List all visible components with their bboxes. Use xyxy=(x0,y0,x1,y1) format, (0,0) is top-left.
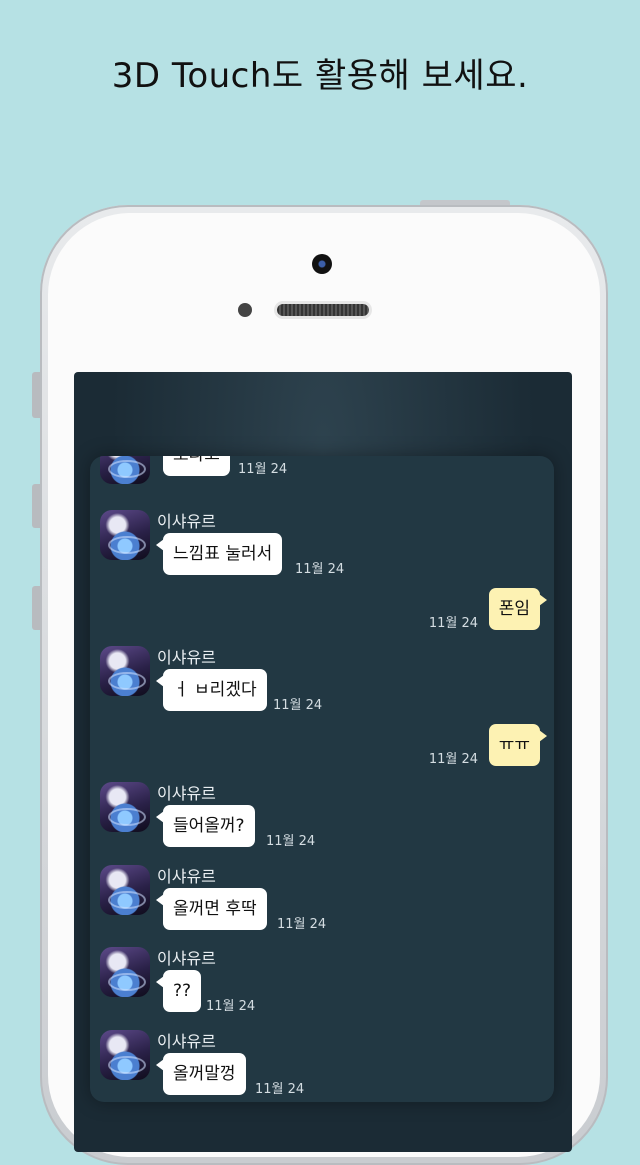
headline-title: 3D Touch도 활용해 보세요. xyxy=(111,56,529,96)
message-row[interactable]: 이샤유르 ㅓ ㅂ리겠다 11월 24 xyxy=(90,642,554,716)
sender-name: 이샤유르 xyxy=(157,867,216,886)
avatar[interactable] xyxy=(100,782,150,832)
sender-name: 이샤유르 xyxy=(157,648,216,667)
sender-name: 이샤유르 xyxy=(157,512,216,531)
incoming-message-bubble[interactable]: 올꺼말껑 xyxy=(156,1053,246,1095)
message-row[interactable]: 11월 24 ㅠㅠ xyxy=(90,722,554,768)
avatar[interactable] xyxy=(100,865,150,915)
chat-preview-panel[interactable]: 오라고 11월 24 이샤유르 느낌표 눌러서 11월 24 11월 24 폰임… xyxy=(90,456,554,1102)
message-time: 11월 24 xyxy=(255,1082,305,1097)
outgoing-message-bubble[interactable]: ㅠㅠ xyxy=(488,724,548,766)
volume-down-button xyxy=(32,586,40,630)
message-row[interactable]: 11월 24 폰임 xyxy=(90,586,554,632)
message-row[interactable]: 이샤유르 느낌표 눌러서 11월 24 xyxy=(90,506,554,580)
incoming-message-bubble[interactable]: 오라고 xyxy=(163,456,230,476)
avatar[interactable] xyxy=(100,510,150,560)
front-camera xyxy=(312,254,332,274)
incoming-message-bubble[interactable]: ?? xyxy=(155,970,202,1012)
message-time: 11월 24 xyxy=(295,562,345,577)
proximity-sensor xyxy=(238,303,252,317)
sender-name: 이샤유르 xyxy=(157,949,216,968)
incoming-message-bubble[interactable]: ㅓ ㅂ리겠다 xyxy=(156,669,267,711)
message-time: 11월 24 xyxy=(266,834,316,849)
avatar[interactable] xyxy=(100,646,150,696)
outgoing-message-bubble[interactable]: 폰임 xyxy=(488,588,548,630)
earpiece-speaker xyxy=(277,304,369,316)
message-time: 11월 24 xyxy=(238,462,288,477)
message-time: 11월 24 xyxy=(273,698,323,713)
incoming-message-bubble[interactable]: 들어올꺼? xyxy=(156,805,255,847)
sender-name: 이샤유르 xyxy=(157,1032,216,1051)
message-row[interactable]: 이샤유르 들어올꺼? 11월 24 xyxy=(90,778,554,852)
incoming-message-bubble[interactable]: 올꺼면 후딱 xyxy=(156,888,267,930)
incoming-message-bubble[interactable]: 느낌표 눌러서 xyxy=(155,533,283,575)
message-row[interactable]: 이샤유르 올꺼말껑 11월 24 xyxy=(90,1026,554,1100)
message-row[interactable]: 이샤유르 ?? 11월 24 xyxy=(90,943,554,1017)
message-time: 11월 24 xyxy=(277,917,327,932)
sender-name: 이샤유르 xyxy=(157,784,216,803)
message-time: 11월 24 xyxy=(428,616,478,631)
message-time: 11월 24 xyxy=(206,999,256,1014)
volume-up-button xyxy=(32,484,40,528)
avatar[interactable] xyxy=(100,456,150,484)
mute-switch xyxy=(32,372,40,418)
message-row[interactable]: 오라고 11월 24 xyxy=(90,456,554,504)
message-row[interactable]: 이샤유르 올꺼면 후딱 11월 24 xyxy=(90,861,554,935)
avatar[interactable] xyxy=(100,947,150,997)
avatar[interactable] xyxy=(100,1030,150,1080)
message-time: 11월 24 xyxy=(428,752,478,767)
